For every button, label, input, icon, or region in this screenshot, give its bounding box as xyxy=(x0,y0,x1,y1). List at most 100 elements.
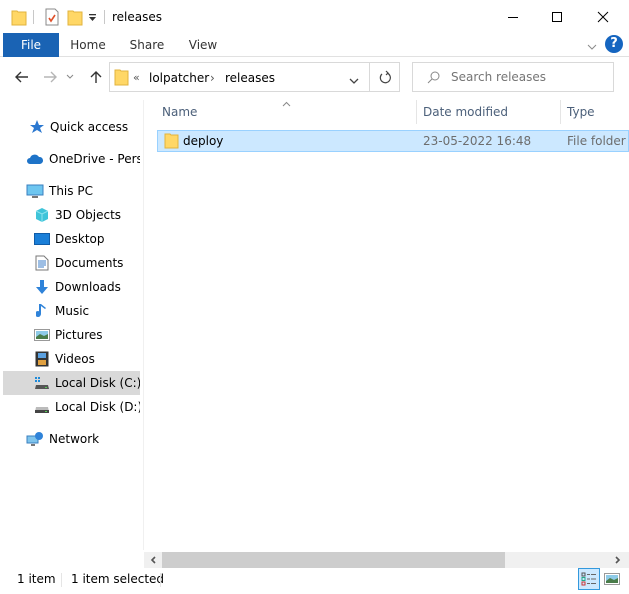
title-bar: releases xyxy=(0,0,629,33)
sidebar-item-label: Desktop xyxy=(55,232,105,246)
sidebar-item-pictures[interactable]: Pictures xyxy=(3,323,140,347)
minimize-button[interactable] xyxy=(490,0,536,33)
forward-arrow-icon xyxy=(44,71,57,83)
new-folder-icon[interactable] xyxy=(67,8,83,26)
help-icon[interactable]: ? xyxy=(605,35,623,53)
sidebar-item-label: Downloads xyxy=(55,280,121,294)
close-icon xyxy=(597,11,609,22)
sidebar-item-onedrive[interactable]: OneDrive - Personal xyxy=(3,147,140,171)
maximize-button[interactable] xyxy=(534,0,580,33)
breadcrumb-overflow[interactable]: « xyxy=(133,71,140,84)
sidebar-item-music[interactable]: Music xyxy=(3,299,140,323)
details-view-icon xyxy=(581,572,596,586)
sidebar-item-label: Local Disk (C:) xyxy=(55,376,140,390)
file-row-deploy[interactable]: deploy 23-05-2022 16:48 File folder xyxy=(157,130,629,152)
status-separator xyxy=(160,573,161,587)
close-button[interactable] xyxy=(580,0,626,33)
folder-icon xyxy=(164,133,179,152)
properties-icon[interactable] xyxy=(44,8,60,26)
sidebar-item-local-disk-c[interactable]: Local Disk (C:) xyxy=(3,371,140,395)
details-view-button[interactable] xyxy=(578,568,600,590)
tab-file[interactable]: File xyxy=(3,33,59,57)
sidebar-item-quick-access[interactable]: Quick access xyxy=(3,115,140,139)
column-header-type[interactable]: Type xyxy=(567,100,629,124)
sidebar-item-label: This PC xyxy=(49,184,93,198)
scroll-left-button[interactable] xyxy=(144,552,162,568)
ribbon-tabs: File Home Share View ? xyxy=(0,33,629,57)
scroll-right-button[interactable] xyxy=(609,552,627,568)
music-icon xyxy=(34,303,50,319)
folder-icon[interactable] xyxy=(11,8,27,26)
refresh-button[interactable] xyxy=(369,62,400,92)
search-icon xyxy=(427,71,440,87)
column-header-label: Name xyxy=(162,105,198,119)
sidebar-item-label: Videos xyxy=(55,352,95,366)
sidebar-item-this-pc[interactable]: This PC xyxy=(3,179,140,203)
breadcrumb-releases[interactable]: releases xyxy=(225,71,275,85)
large-icons-view-button[interactable] xyxy=(601,568,623,590)
sidebar-item-desktop[interactable]: Desktop xyxy=(3,227,140,251)
customize-dropdown-icon[interactable] xyxy=(88,12,97,26)
chevron-right-icon xyxy=(615,556,621,564)
sidebar-item-label: Documents xyxy=(55,256,124,270)
tab-view[interactable]: View xyxy=(180,33,226,57)
up-button[interactable] xyxy=(86,66,106,88)
status-selection: 1 item selected xyxy=(71,572,165,586)
file-list xyxy=(144,100,629,550)
sidebar-item-label: 3D Objects xyxy=(55,208,122,222)
expand-ribbon-chevron-icon[interactable] xyxy=(587,40,597,54)
breadcrumb-separator[interactable]: › xyxy=(210,71,215,85)
network-icon xyxy=(26,431,44,447)
sidebar-item-network[interactable]: Network xyxy=(3,427,140,451)
sidebar-item-downloads[interactable]: Downloads xyxy=(3,275,140,299)
search-input[interactable] xyxy=(451,69,606,85)
quick-access-star-icon xyxy=(29,119,45,135)
address-history-dropdown[interactable] xyxy=(349,74,359,88)
pictures-icon xyxy=(34,327,50,343)
column-header-label: Date modified xyxy=(423,105,509,119)
column-divider[interactable] xyxy=(416,100,417,124)
navigation-pane: Quick access OneDrive - Personal This PC… xyxy=(0,100,143,548)
folder-icon xyxy=(114,68,129,89)
sidebar-item-label: OneDrive - Personal xyxy=(49,152,140,166)
this-pc-icon xyxy=(26,183,44,199)
videos-icon xyxy=(34,351,50,367)
toolbar-separator xyxy=(33,10,34,24)
sidebar-item-3d-objects[interactable]: 3D Objects xyxy=(3,203,140,227)
column-header-label: Type xyxy=(567,105,595,119)
back-button[interactable] xyxy=(12,66,32,88)
up-arrow-icon xyxy=(90,71,102,83)
breadcrumb-lolpatcher[interactable]: lolpatcher xyxy=(149,71,209,85)
chevron-down-icon xyxy=(349,78,359,84)
chevron-down-icon xyxy=(66,74,74,79)
sidebar-item-label: Music xyxy=(55,304,90,318)
onedrive-cloud-icon xyxy=(26,151,44,167)
status-separator xyxy=(61,573,62,587)
scrollbar-thumb[interactable] xyxy=(162,552,505,568)
column-header-date-modified[interactable]: Date modified xyxy=(423,100,558,124)
tab-home[interactable]: Home xyxy=(62,33,114,57)
sidebar-item-label: Network xyxy=(49,432,100,446)
forward-button[interactable] xyxy=(40,66,60,88)
sidebar-item-label: Pictures xyxy=(55,328,103,342)
sidebar-item-videos[interactable]: Videos xyxy=(3,347,140,371)
sidebar-item-documents[interactable]: Documents xyxy=(3,251,140,275)
3d-objects-icon xyxy=(34,207,50,223)
sidebar-item-label: Quick access xyxy=(50,120,129,134)
documents-icon xyxy=(34,255,50,271)
sidebar-item-local-disk-d[interactable]: Local Disk (D:) xyxy=(3,395,140,419)
address-bar[interactable]: « lolpatcher › releases xyxy=(109,62,400,92)
recent-locations-button[interactable] xyxy=(64,66,76,88)
file-name: deploy xyxy=(183,134,224,148)
status-item-count: 1 item xyxy=(17,572,56,586)
file-date-modified: 23-05-2022 16:48 xyxy=(423,134,532,148)
column-divider[interactable] xyxy=(560,100,561,124)
tab-share[interactable]: Share xyxy=(120,33,174,57)
sort-ascending-icon xyxy=(282,96,291,110)
search-box[interactable] xyxy=(412,62,614,92)
back-arrow-icon xyxy=(15,71,28,83)
toolbar-separator xyxy=(104,10,105,24)
large-icons-view-icon xyxy=(604,573,620,585)
file-type: File folder xyxy=(567,134,626,148)
sidebar-item-label: Local Disk (D:) xyxy=(55,400,140,414)
